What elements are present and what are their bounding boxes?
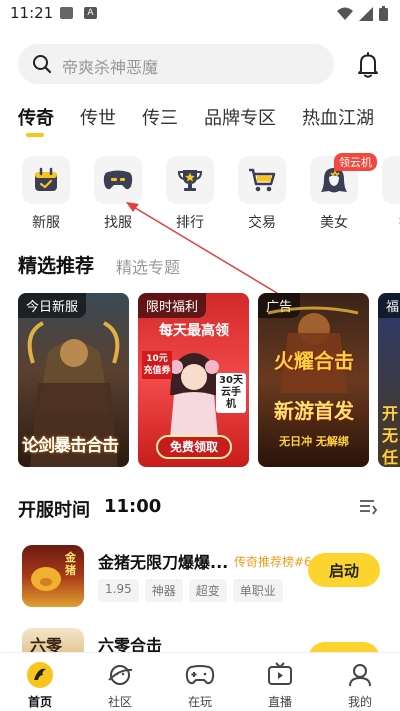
card-limited-welfare[interactable]: 限时福利 每天最高领 10元充值券 30天云手机 免费领取: [138, 293, 249, 467]
game-tag: 1.95: [98, 579, 139, 602]
calendar-icon: [35, 167, 57, 191]
gamepad-icon: [103, 170, 133, 190]
search-placeholder: 帝爽杀神恶魔: [62, 58, 159, 77]
shortcut-label: 新服: [32, 215, 60, 231]
game-icon: 金猪: [22, 545, 84, 607]
card-art-text-3: 无日冲 无解绑: [279, 435, 349, 448]
card-art-text: 开 无任: [382, 404, 399, 467]
gallery-notification-icon: [60, 7, 73, 19]
list-view-icon[interactable]: [358, 497, 378, 517]
game-item[interactable]: 金猪 金猪无限刀爆爆... 传奇推荐榜#6 1.95 神器 超变 单职业 启动: [22, 545, 392, 611]
card-art-text: 论剑暴击合击: [22, 436, 119, 456]
nav-live[interactable]: 直播: [255, 661, 305, 710]
app-notification-icon: A: [84, 7, 97, 19]
card-tag: 福: [378, 293, 400, 318]
card-tag: 今日新服: [18, 293, 87, 318]
tab-chuanshi[interactable]: 传世: [80, 104, 116, 140]
game-tag: 神器: [144, 579, 183, 602]
shortcut-label: 找服: [104, 215, 132, 231]
server-time-title: 开服时间: [18, 500, 90, 521]
shortcut-label: 排行: [176, 215, 204, 231]
start-button[interactable]: 启动: [308, 642, 380, 652]
game-tags: 1.95 神器 超变 单职业: [98, 579, 283, 602]
promo-badge: 领云机: [334, 153, 377, 171]
game-icon-text: 金猪: [65, 551, 76, 577]
category-tabs: 传奇 传世 传三 品牌专区 热血江湖: [18, 104, 398, 140]
game-name: 金猪无限刀爆爆...: [98, 553, 229, 572]
signal-icon: [359, 6, 373, 21]
bell-icon[interactable]: [352, 50, 384, 80]
battery-icon: [379, 6, 388, 21]
shortcut-new-server[interactable]: 新服: [20, 156, 72, 232]
game-name: 六零合击: [98, 636, 163, 652]
nav-label: 社区: [107, 695, 132, 709]
shortcut-beauty[interactable]: 领云机 美女: [308, 153, 377, 232]
search-bar[interactable]: 帝爽杀神恶魔: [18, 44, 334, 84]
cart-icon: [249, 168, 276, 192]
featured-title: 精选推荐: [18, 255, 95, 277]
game-rank: 传奇推荐榜#6: [234, 555, 312, 569]
nav-label: 在玩: [187, 695, 212, 709]
nav-home[interactable]: 首页: [15, 661, 65, 710]
shortcut-ranking[interactable]: 排行: [164, 156, 216, 232]
nav-playing[interactable]: 在玩: [175, 661, 225, 710]
card-tag: 限时福利: [138, 293, 207, 318]
gamepad-icon: [185, 665, 215, 685]
status-time: 11:21: [10, 4, 54, 22]
shortcut-find-server[interactable]: 找服: [92, 156, 144, 232]
coupon-text: 10元充值券: [142, 351, 172, 379]
nav-profile[interactable]: 我的: [335, 661, 385, 710]
tv-icon: [268, 662, 292, 685]
shortcut-trade[interactable]: 交易: [236, 156, 288, 232]
shortcut-label: 抽: [380, 212, 400, 232]
featured-carousel: 今日新服 论剑暴击合击 限时福利 每天最高领 10元充值券 30天云手机 免费领…: [18, 293, 400, 468]
search-icon: [33, 55, 52, 74]
card-art-text-1: 火耀合击: [274, 349, 354, 373]
game-tag: 单职业: [232, 579, 283, 602]
nav-community[interactable]: 社区: [95, 661, 145, 710]
card-art-text-2: 新游首发: [274, 399, 354, 423]
user-icon: [349, 664, 371, 687]
trophy-icon: [177, 170, 203, 191]
card-ad[interactable]: 广告 火耀合击 新游首发 无日冲 无解绑: [258, 293, 369, 467]
nav-label: 直播: [267, 695, 292, 709]
game-tag: 超变: [188, 579, 227, 602]
tab-brand-zone[interactable]: 品牌专区: [204, 104, 276, 140]
game-item[interactable]: 六零 六零合击 启动: [22, 628, 392, 652]
planet-icon: [108, 665, 133, 685]
nav-label: 我的: [347, 695, 372, 709]
server-time-value: 11:00: [104, 496, 162, 517]
shortcut-partial[interactable]: 抽: [380, 156, 400, 232]
shortcut-label: 交易: [248, 215, 276, 231]
card-partial[interactable]: 福 开 无任: [378, 293, 400, 467]
start-button[interactable]: 启动: [308, 553, 380, 587]
wifi-icon: [337, 7, 353, 20]
home-logo-icon: [27, 662, 53, 688]
tab-chuanqi[interactable]: 传奇: [18, 104, 54, 140]
featured-topics-link[interactable]: 精选专题: [116, 254, 180, 278]
shortcut-label: 美女: [320, 215, 348, 231]
pig-icon: [31, 567, 61, 591]
bottom-nav: 首页 社区 在玩 直播 我的: [0, 652, 400, 711]
status-bar: 11:21 A: [0, 0, 400, 28]
category-shortcuts: 新服 找服 排行 交易 领云机 美女: [20, 153, 400, 236]
claim-button[interactable]: 免费领取: [156, 435, 232, 459]
tab-rexue-jianghu[interactable]: 热血江湖: [302, 104, 374, 140]
game-icon: 六零: [22, 628, 84, 652]
phone-text: 30天云手机: [216, 373, 246, 413]
card-headline: 每天最高领: [159, 323, 229, 339]
card-new-server-today[interactable]: 今日新服 论剑暴击合击: [18, 293, 129, 467]
game-icon-text: 六零: [30, 636, 63, 652]
nav-label: 首页: [27, 695, 52, 709]
tab-chuansan[interactable]: 传三: [142, 104, 178, 140]
